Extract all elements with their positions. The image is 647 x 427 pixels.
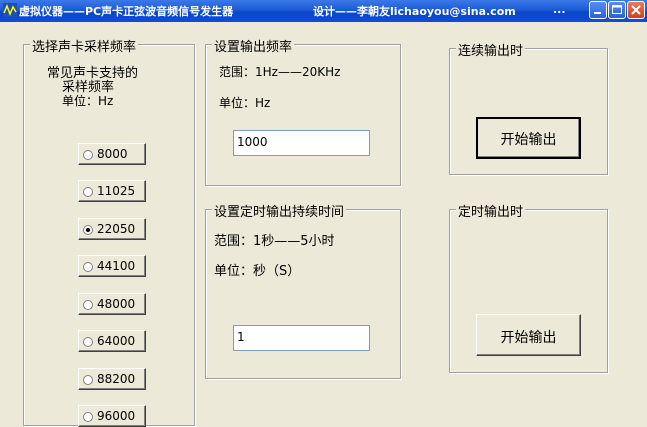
- radio-label: 88200: [97, 372, 136, 386]
- radio-label: 48000: [97, 297, 136, 311]
- duration-range: 范围：1秒——5小时: [214, 234, 335, 249]
- duration-input[interactable]: 1: [233, 325, 370, 351]
- radio-label: 22050: [97, 222, 136, 236]
- sample-rate-option-22050[interactable]: 22050: [78, 218, 146, 240]
- duration-group-title: 设置定时输出持续时间: [212, 201, 347, 220]
- close-icon: [631, 5, 641, 15]
- duration-unit: 单位：秒（S）: [214, 264, 301, 279]
- sample-rate-option-44100[interactable]: 44100: [78, 255, 146, 277]
- radio-circle: [83, 262, 93, 272]
- sample-rate-group-title: 选择声卡采样频率: [30, 36, 139, 55]
- timed-start-button-label: 开始输出: [500, 330, 557, 346]
- continuous-start-button[interactable]: 开始输出: [476, 117, 581, 159]
- radio-circle: [83, 187, 93, 197]
- app-icon: [3, 3, 17, 17]
- radio-label: 96000: [97, 409, 136, 423]
- radio-circle-selected: [83, 225, 93, 235]
- radio-label: 64000: [97, 334, 136, 348]
- maximize-button[interactable]: [608, 1, 626, 19]
- maximize-icon: [612, 5, 622, 14]
- radio-label: 11025: [97, 184, 136, 198]
- output-frequency-group-title: 设置输出频率: [212, 36, 295, 55]
- output-frequency-input[interactable]: 1000: [233, 130, 370, 156]
- output-frequency-range: 范围：1Hz——20KHz: [219, 65, 341, 79]
- sample-rate-option-96000[interactable]: 96000: [78, 405, 146, 427]
- continuous-start-button-label: 开始输出: [500, 132, 557, 148]
- close-button[interactable]: [627, 1, 645, 19]
- minimize-button[interactable]: [589, 1, 607, 19]
- minimize-icon: [594, 12, 601, 14]
- radio-circle: [83, 300, 93, 310]
- title-bar[interactable]: 虚拟仪器——PC声卡正弦波音频信号发生器 设计——李朝友lichaoyou@si…: [0, 0, 647, 22]
- sample-rate-option-8000[interactable]: 8000: [78, 143, 146, 165]
- radio-circle: [83, 150, 93, 160]
- sample-rate-option-11025[interactable]: 11025: [78, 180, 146, 202]
- radio-circle: [83, 337, 93, 347]
- radio-circle: [83, 375, 93, 385]
- timed-start-button[interactable]: 开始输出: [476, 314, 581, 356]
- sample-rate-unit: 单位：Hz: [62, 94, 114, 108]
- sample-rate-option-64000[interactable]: 64000: [78, 330, 146, 352]
- designer-credit: 设计——李朝友lichaoyou@sina.com: [313, 5, 516, 18]
- timed-output-group-title: 定时输出时: [456, 201, 526, 220]
- radio-circle: [83, 412, 93, 422]
- radio-label: 44100: [97, 259, 136, 273]
- continuous-output-group-title: 连续输出时: [456, 40, 526, 59]
- sample-rate-option-48000[interactable]: 48000: [78, 293, 146, 315]
- window-title: 虚拟仪器——PC声卡正弦波音频信号发生器: [19, 5, 234, 18]
- title-ellipsis: ...: [553, 3, 566, 16]
- output-frequency-unit: 单位：Hz: [219, 96, 271, 110]
- sample-rate-option-88200[interactable]: 88200: [78, 368, 146, 390]
- radio-label: 8000: [97, 147, 128, 161]
